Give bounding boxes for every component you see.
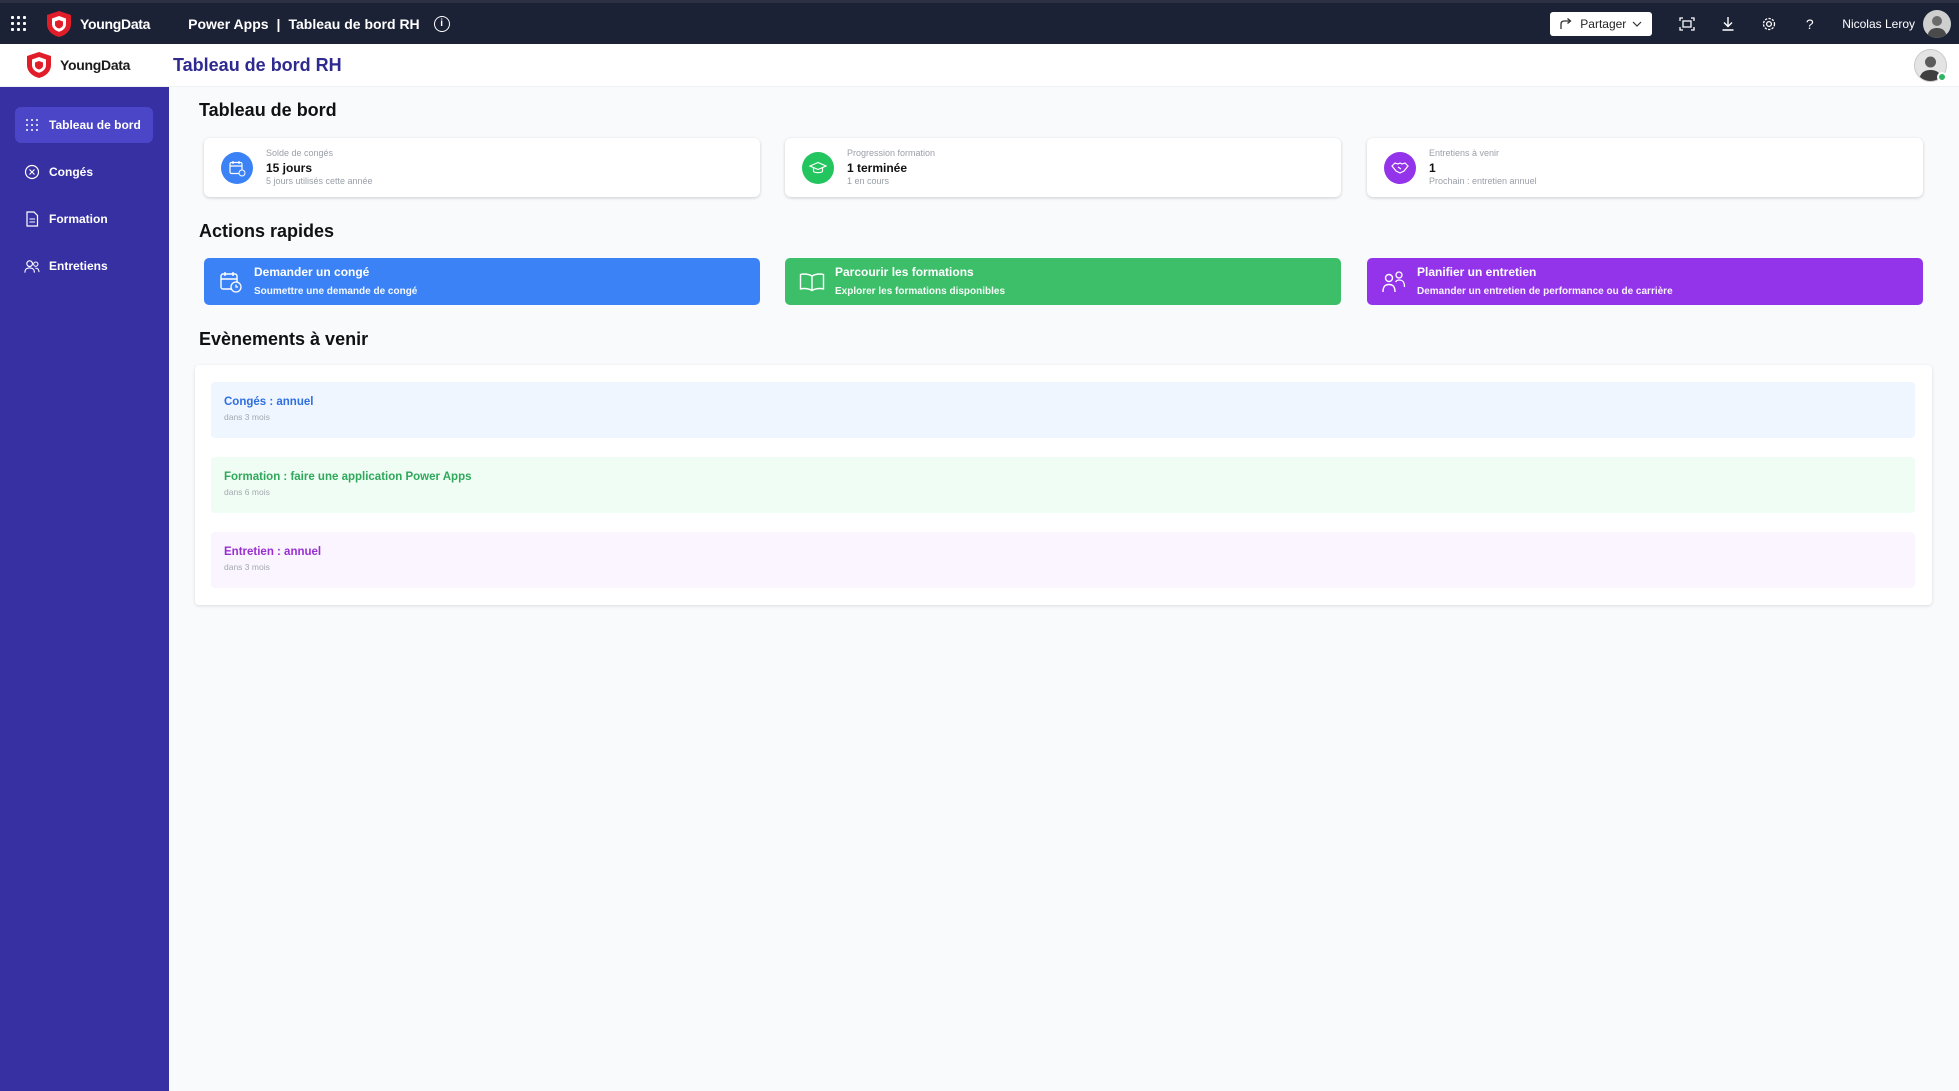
open-book-icon (799, 269, 825, 295)
browse-trainings-button[interactable]: Parcourir les formations Explorer les fo… (785, 258, 1341, 305)
share-button[interactable]: Partager (1550, 11, 1653, 36)
app-title: Tableau de bord RH (173, 54, 342, 75)
event-item-conges[interactable]: Congés : annuel dans 3 mois (211, 382, 1915, 438)
stat-card-formation: Progression formation 1 terminée 1 en co… (785, 138, 1341, 197)
sidebar-item-conges[interactable]: Congés (15, 154, 153, 190)
action-title: Parcourir les formations (835, 265, 974, 279)
stat-sub: 5 jours utilisés cette année (266, 176, 373, 187)
action-title: Demander un congé (254, 265, 370, 279)
stat-value: 1 terminée (847, 160, 908, 175)
app-logo[interactable]: YoungData (0, 44, 169, 87)
profile-avatar[interactable] (1914, 49, 1947, 82)
stat-label: Progression formation (847, 148, 936, 158)
event-title: Congés : annuel (224, 396, 314, 408)
quick-actions-title: Actions rapides (199, 221, 335, 241)
presence-available-icon (1937, 72, 1947, 82)
sidebar: Tableau de bord Congés Formation Entreti… (0, 87, 169, 1091)
graduation-cap-icon (802, 151, 834, 184)
fit-to-window-icon[interactable] (1666, 3, 1707, 44)
action-sub: Demander un entretien de performance ou … (1417, 286, 1673, 297)
app-logo-name: YoungData (60, 57, 131, 73)
sidebar-item-entretiens[interactable]: Entretiens (15, 248, 153, 284)
help-icon[interactable]: ? (1789, 3, 1830, 44)
stat-sub: 1 en cours (847, 176, 890, 187)
chevron-down-icon (1632, 21, 1642, 27)
people-meeting-icon (1381, 269, 1407, 295)
action-title: Planifier un entretien (1417, 265, 1537, 279)
power-apps-topbar: YoungData Power Apps | Tableau de bord R… (0, 0, 1959, 44)
app-name: Tableau de bord RH (288, 15, 420, 32)
download-icon[interactable] (1707, 3, 1748, 44)
sidebar-item-label: Formation (49, 212, 108, 226)
share-label: Partager (1580, 16, 1627, 31)
youngdata-shield-icon (47, 10, 71, 37)
user-avatar[interactable] (1923, 9, 1951, 38)
events-panel: Congés : annuel dans 3 mois Formation : … (195, 365, 1932, 605)
event-item-formation[interactable]: Formation : faire une application Power … (211, 457, 1915, 513)
app-launcher-icon[interactable] (0, 2, 36, 46)
stat-label: Solde de congés (266, 148, 334, 158)
request-leave-button[interactable]: Demander un congé Soumettre une demande … (204, 258, 760, 305)
topbar-actions: Partager ? Nicolas Leroy (1550, 3, 1959, 44)
sidebar-item-formation[interactable]: Formation (15, 201, 153, 237)
product-name: Power Apps (188, 15, 269, 32)
event-item-entretien[interactable]: Entretien : annuel dans 3 mois (211, 532, 1915, 588)
stat-value: 15 jours (266, 160, 313, 175)
stat-card-entretiens: Entretiens à venir 1 Prochain : entretie… (1367, 138, 1923, 197)
main-content: Tableau de bord Solde de congés 15 jours… (169, 87, 1959, 1091)
action-sub: Explorer les formations disponibles (835, 286, 1006, 297)
handshake-icon (1384, 151, 1416, 184)
stat-sub: Prochain : entretien annuel (1429, 176, 1537, 187)
sidebar-item-tableau-de-bord[interactable]: Tableau de bord (15, 107, 153, 143)
app-header: YoungData Tableau de bord RH (0, 44, 1959, 87)
stat-value: 1 (1429, 160, 1436, 175)
people-icon (24, 258, 40, 274)
events-title: Evènements à venir (199, 329, 369, 349)
sidebar-item-label: Congés (49, 165, 94, 179)
grid-dots-icon (24, 117, 40, 133)
info-icon[interactable]: i (433, 15, 450, 32)
event-sub: dans 3 mois (224, 562, 270, 572)
settings-gear-icon[interactable] (1748, 3, 1789, 44)
sidebar-item-label: Entretiens (49, 259, 108, 273)
schedule-interview-button[interactable]: Planifier un entretien Demander un entre… (1367, 258, 1923, 305)
stat-card-conges: Solde de congés 15 jours 5 jours utilisé… (204, 138, 760, 197)
youngdata-shield-icon (27, 52, 51, 78)
calendar-clock-icon (218, 269, 244, 295)
share-icon (1560, 17, 1572, 29)
calendar-icon (221, 151, 253, 184)
event-title: Entretien : annuel (224, 546, 322, 558)
topbar-brand[interactable]: YoungData (46, 10, 150, 38)
dashboard-title: Tableau de bord (199, 100, 337, 120)
event-title: Formation : faire une application Power … (224, 471, 472, 483)
event-sub: dans 6 mois (224, 487, 270, 497)
action-sub: Soumettre une demande de congé (254, 286, 418, 297)
user-name[interactable]: Nicolas Leroy (1842, 17, 1915, 31)
app-breadcrumb: Power Apps | Tableau de bord RH (188, 16, 420, 32)
stat-label: Entretiens à venir (1429, 148, 1500, 158)
breadcrumb-separator: | (276, 15, 281, 32)
event-sub: dans 3 mois (224, 412, 270, 422)
circle-x-icon (24, 164, 40, 180)
topbar-brand-name: YoungData (80, 15, 151, 32)
sidebar-item-label: Tableau de bord (49, 118, 141, 132)
document-icon (24, 211, 40, 227)
